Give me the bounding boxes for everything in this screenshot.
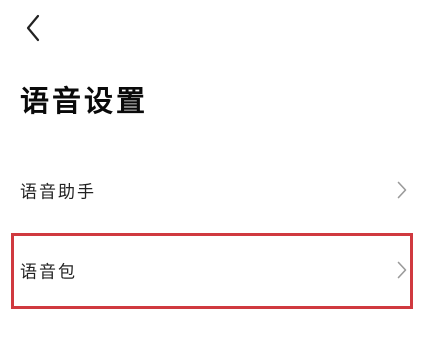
settings-row-voice-pack[interactable]: 语音包	[0, 240, 425, 300]
settings-row-label: 语音包	[20, 262, 77, 283]
chevron-right-icon	[397, 261, 407, 279]
chevron-left-icon	[20, 12, 48, 44]
chevron-right-icon	[397, 181, 407, 199]
voice-settings-screen: 语音设置 语音助手 语音包	[0, 0, 425, 342]
page-title: 语音设置	[20, 84, 149, 118]
back-button[interactable]	[20, 12, 48, 44]
settings-row-voice-assistant[interactable]: 语音助手	[0, 160, 425, 220]
settings-row-label: 语音助手	[20, 182, 96, 203]
